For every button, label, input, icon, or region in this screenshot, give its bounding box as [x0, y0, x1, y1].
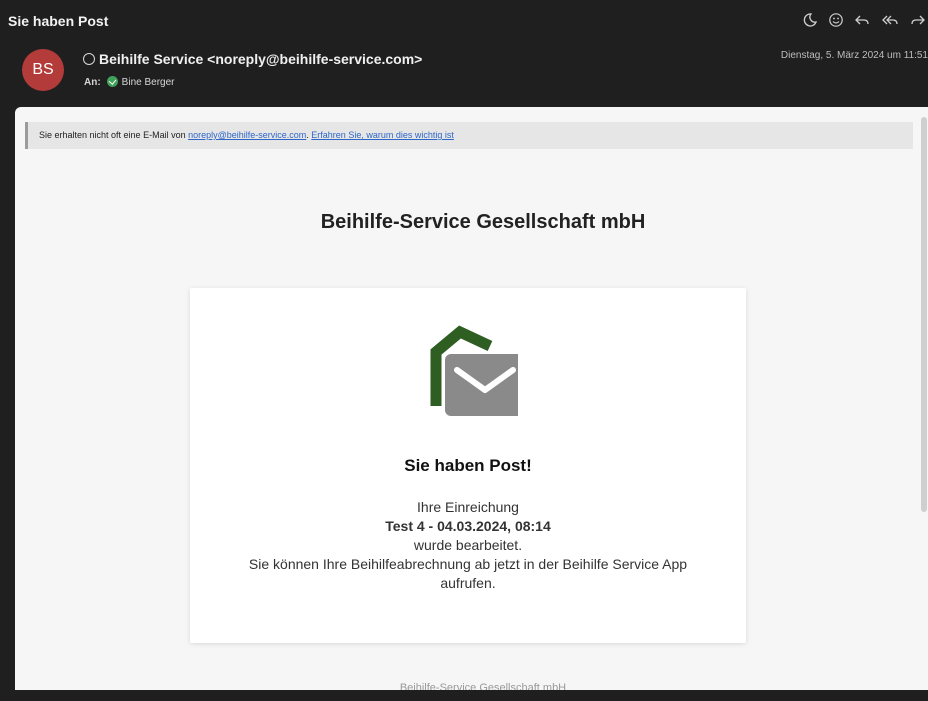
verified-check-icon: [106, 76, 118, 87]
sender-email-link[interactable]: noreply@beihilfe-service.com: [188, 130, 306, 140]
card-body: Ihre Einreichung Test 4 - 04.03.2024, 08…: [190, 498, 746, 593]
mail-logo-icon: [418, 324, 525, 423]
body-line-3: wurde bearbeitet.: [413, 537, 523, 553]
sender-avatar[interactable]: BS: [22, 49, 64, 91]
to-label: An:: [84, 77, 101, 88]
card-title: Sie haben Post!: [404, 456, 532, 475]
recipient-line: An: Bine Berger: [84, 76, 174, 88]
email-body-panel: Sie erhalten nicht oft eine E-Mail von n…: [15, 107, 928, 701]
sender-name: Beihilfe Service <noreply@beihilfe-servi…: [99, 51, 423, 67]
bottom-edge: [0, 690, 928, 701]
company-heading: Beihilfe-Service Gesellschaft mbH: [320, 211, 646, 233]
recipient-name[interactable]: Bine Berger: [122, 77, 175, 88]
email-date: Dienstag, 5. März 2024 um 11:51: [780, 50, 928, 61]
message-card: Sie haben Post! Ihre Einreichung Test 4 …: [190, 288, 746, 643]
submission-name: Test 4 - 04.03.2024, 08:14: [385, 518, 551, 534]
scrollbar-thumb[interactable]: [921, 117, 927, 512]
body-line-4: Sie können Ihre Beihilfeabrechnung ab je…: [248, 556, 688, 572]
sender-notice-banner: Sie erhalten nicht oft eine E-Mail von n…: [25, 122, 913, 149]
reply-all-icon[interactable]: [880, 10, 900, 30]
email-header: Sie haben Post BS Beihilfe Service <nore…: [0, 0, 928, 107]
sender[interactable]: Beihilfe Service <noreply@beihilfe-servi…: [83, 51, 422, 67]
body-line-1: Ihre Einreichung: [417, 499, 519, 515]
body-line-5: aufrufen.: [440, 575, 496, 591]
unread-circle-icon: [83, 53, 95, 65]
emoji-icon[interactable]: [826, 10, 846, 30]
email-subject: Sie haben Post: [8, 13, 109, 29]
scrollbar[interactable]: [921, 117, 927, 697]
reply-icon[interactable]: [852, 10, 872, 30]
learn-why-link[interactable]: Erfahren Sie, warum dies wichtig ist: [311, 130, 454, 140]
moon-icon[interactable]: [800, 10, 820, 30]
forward-icon[interactable]: [908, 10, 928, 30]
notice-text: Sie erhalten nicht oft eine E-Mail von: [39, 130, 189, 140]
